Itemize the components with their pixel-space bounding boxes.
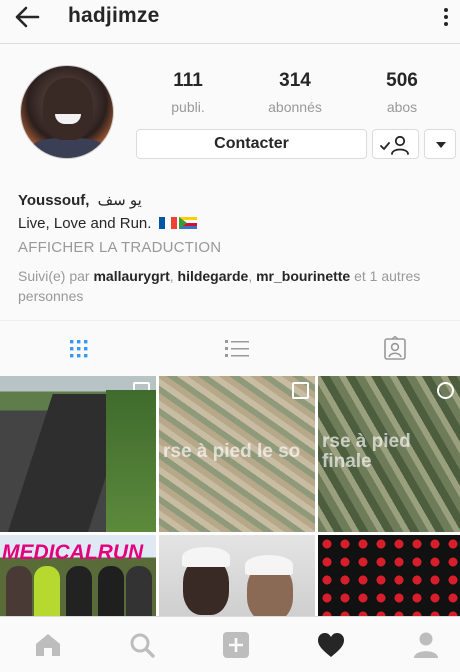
post-overlay-text: MEDICALRUN [2,541,144,564]
profile-name-text: Youssouf, [18,192,90,209]
top-bar: hadjimze [0,0,460,34]
profile-name: Youssouf, يو سف [18,191,448,209]
avatar[interactable] [20,65,114,159]
bottom-navigation [0,616,460,672]
video-icon [437,382,454,399]
tab-list[interactable] [222,336,252,362]
person-figure [126,566,152,616]
person-figure [98,566,124,616]
profile-username: hadjimze [68,4,160,27]
translate-link[interactable]: AFFICHER LA TRADUCTION [18,239,448,256]
stat-following-label: abos [386,99,418,115]
search-icon[interactable] [127,631,157,659]
person-figure [6,566,32,616]
profile-tabs [0,322,460,376]
arrow-left-icon[interactable] [12,4,42,30]
bio-text: Live, Love and Run. [18,215,152,232]
tabs-divider [0,320,460,321]
stat-posts-label: publi. [171,99,205,115]
post-thumbnail[interactable] [318,535,460,616]
add-post-icon[interactable] [221,631,251,659]
avatar-face [43,78,93,140]
stat-following[interactable]: 506 abos [357,70,447,115]
follower-link[interactable]: hildegarde [178,268,249,284]
post-overlay-text: rse à pied finale [322,431,411,472]
post-thumbnail[interactable] [159,535,315,616]
activity-heart-icon[interactable] [316,631,346,659]
comoros-flag-icon [178,217,197,229]
person-figure [66,566,92,616]
followed-by-prefix: Suivi(e) par [18,268,90,284]
stat-followers-label: abonnés [268,99,322,115]
tagged-icon [384,335,406,360]
following-button[interactable] [372,129,419,159]
profile-bio: Live, Love and Run. [18,215,448,232]
header-divider [0,43,460,44]
person-figure [34,566,60,616]
france-flag-icon [158,217,177,229]
chevron-down-icon [436,142,446,148]
post-thumbnail[interactable]: rse à pied le so [159,376,315,532]
post-thumbnail[interactable] [0,376,156,532]
list-icon [225,340,249,357]
stat-followers[interactable]: 314 abonnés [250,70,340,115]
multiple-posts-icon [133,382,150,399]
user-check-icon [380,135,409,155]
follower-link[interactable]: mallaurygrt [93,268,169,284]
avatar-shirt [29,138,107,158]
follower-link[interactable]: mr_bourinette [256,268,350,284]
stat-followers-count: 314 [279,70,311,91]
stat-posts-count: 111 [173,70,203,91]
multiple-posts-icon [292,382,309,399]
grid-icon [70,340,88,358]
home-icon[interactable] [33,631,63,659]
stat-posts[interactable]: 111 publi. [143,70,233,115]
posts-grid: rse à pied le so rse à pied finale MEDIC… [0,376,460,616]
contact-button[interactable]: Contacter [136,129,367,159]
profile-name-arabic: يو سف [97,192,142,209]
post-thumbnail[interactable]: rse à pied finale [318,376,460,532]
kufi-cap [245,555,293,575]
post-thumbnail[interactable]: MEDICALRUN [0,535,156,616]
profile-icon[interactable] [411,631,441,659]
followed-by-text[interactable]: Suivi(e) par mallaurygrt, hildegarde, mr… [18,266,448,306]
suggestions-dropdown-button[interactable] [424,129,456,159]
tab-grid[interactable] [64,336,94,362]
more-vertical-icon[interactable] [440,6,452,30]
tab-tagged[interactable] [380,335,410,362]
kufi-cap [182,547,230,567]
post-overlay-text: rse à pied le so [163,441,301,462]
stat-following-count: 506 [386,70,418,91]
